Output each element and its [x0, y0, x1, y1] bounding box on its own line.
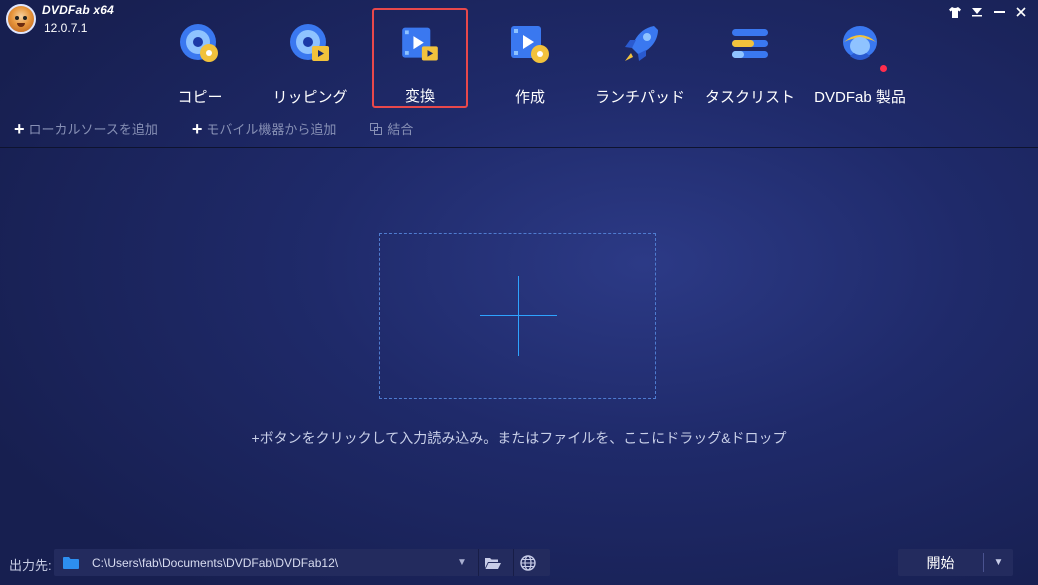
module-ripper[interactable]: リッピング [255, 8, 365, 108]
module-copy[interactable]: コピー [145, 8, 255, 108]
output-label: 出力先: [9, 558, 52, 573]
drop-zone[interactable] [379, 233, 656, 399]
merge-icon [370, 122, 383, 135]
module-products[interactable]: DVDFab 製品 [805, 8, 915, 108]
close-icon[interactable] [1012, 4, 1030, 20]
module-label: コピー [177, 89, 223, 106]
app-name: DVDFab x64 [42, 3, 115, 17]
module-launchpad[interactable]: ランチパッド [585, 8, 695, 108]
menu-icon[interactable] [968, 4, 986, 20]
folder-icon [63, 556, 79, 569]
dvdfab-window: DVDFab x64 12.0.7.1 コピー リッピング 変換 作成 ランチパ… [0, 0, 1038, 585]
iso-globe-button[interactable] [514, 549, 542, 576]
globe-icon [520, 554, 536, 571]
plus-icon: + [191, 118, 203, 139]
chevron-down-icon[interactable]: ▼ [452, 557, 472, 568]
add-mobile-device-label: モバイル機器から追加 [206, 122, 337, 137]
products-icon [843, 26, 877, 60]
rocket-icon [625, 26, 658, 61]
toolbar: + ローカルソースを追加 + モバイル機器から追加 結合 [14, 119, 447, 138]
module-label: 作成 [514, 89, 545, 106]
output-path-field[interactable]: C:\Users\fab\Documents\DVDFab\DVDFab12\ … [54, 549, 550, 576]
disc-copy-icon [180, 24, 218, 62]
dvdfab-logo-icon [6, 4, 36, 34]
add-local-source-label: ローカルソースを追加 [28, 122, 158, 137]
brand: DVDFab x64 12.0.7.1 [6, 4, 114, 34]
disc-ripper-icon [290, 24, 329, 61]
app-version: 12.0.7.1 [44, 21, 88, 35]
start-button[interactable]: 開始 ▼ [898, 549, 1013, 576]
open-folder-icon [485, 557, 501, 569]
start-options-chevron-icon[interactable]: ▼ [984, 557, 1013, 568]
module-creator[interactable]: 作成 [475, 8, 585, 108]
video-converter-icon [402, 27, 438, 61]
plus-icon: + [14, 118, 25, 139]
module-label: ランチパッド [594, 89, 685, 106]
module-label: DVDFab 製品 [814, 89, 906, 106]
module-nav: コピー リッピング 変換 作成 ランチパッド タスクリスト DVDFab 製品 [145, 8, 915, 108]
merge-label: 結合 [387, 122, 414, 137]
module-converter[interactable]: 変換 [372, 8, 468, 108]
module-label: リッピング [272, 89, 348, 106]
module-task-list[interactable]: タスクリスト [695, 8, 805, 108]
drop-hint: +ボタンをクリックして入力読み込み。またはファイルを、ここにドラッグ&ドロップ [251, 430, 787, 446]
skin-icon[interactable] [946, 4, 964, 20]
output-path[interactable]: C:\Users\fab\Documents\DVDFab\DVDFab12\ [92, 556, 452, 570]
window-controls [946, 4, 1030, 20]
start-label: 開始 [926, 554, 955, 571]
browse-folder-button[interactable] [479, 549, 507, 576]
add-local-source-button[interactable]: + ローカルソースを追加 [14, 119, 158, 138]
notification-dot [880, 65, 887, 72]
disc-creator-icon [511, 26, 549, 63]
toolbar-divider [0, 147, 1038, 148]
module-label: 変換 [404, 88, 435, 105]
module-label: タスクリスト [704, 89, 795, 106]
minimize-icon[interactable] [990, 4, 1008, 20]
merge-button[interactable]: 結合 [370, 119, 413, 138]
task-list-icon [732, 29, 768, 58]
add-mobile-device-button[interactable]: + モバイル機器から追加 [192, 119, 337, 138]
